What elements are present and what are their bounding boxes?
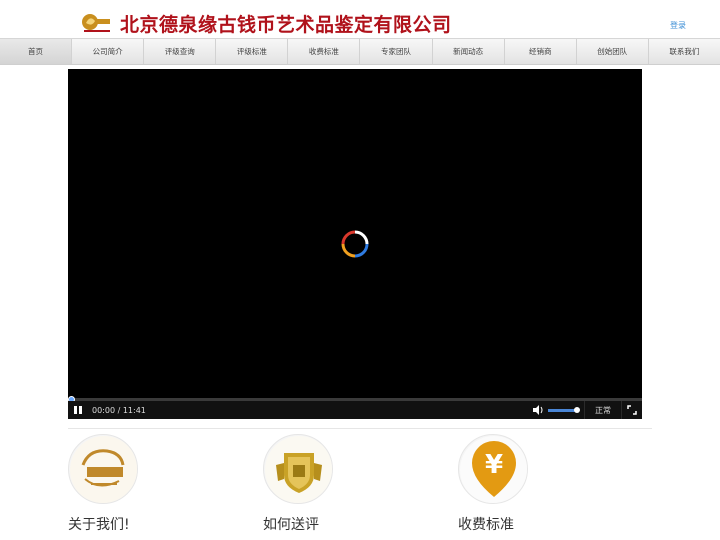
volume-icon: [533, 405, 543, 415]
feature-fees-title: 收费标准: [458, 517, 514, 533]
volume-slider[interactable]: [548, 406, 580, 413]
main-nav: 首页 公司简介 评级查询 评级标准 收费标准 专家团队 新闻动态 经销商 创始团队 联系我们: [0, 38, 720, 65]
login-link[interactable]: 登录: [670, 20, 686, 31]
feature-about-title: 关于我们!: [68, 517, 130, 533]
volume-handle[interactable]: [574, 406, 580, 413]
company-logo-icon[interactable]: [80, 11, 112, 35]
nav-experts[interactable]: 专家团队: [360, 39, 433, 64]
feature-submit[interactable]: 如何送评: [263, 434, 453, 540]
dragon-logo-icon: [68, 434, 138, 504]
nav-fees[interactable]: 收费标准: [288, 39, 361, 64]
feature-submit-title: 如何送评: [263, 517, 319, 533]
nav-contact[interactable]: 联系我们: [649, 39, 720, 64]
video-time: 00:00 / 11:41: [92, 405, 146, 415]
pause-button[interactable]: [68, 401, 88, 419]
site-title: 北京德泉缘古钱币艺术品鉴定有限公司: [120, 14, 452, 36]
playback-speed-button[interactable]: 正常: [584, 401, 622, 419]
gold-shield-icon: [263, 434, 333, 504]
loading-spinner-icon: [341, 230, 369, 258]
nav-grading-standard[interactable]: 评级标准: [216, 39, 289, 64]
section-divider: [68, 428, 652, 429]
pause-icon: [74, 406, 82, 414]
nav-dealers[interactable]: 经销商: [505, 39, 577, 64]
svg-text:¥: ¥: [485, 450, 503, 480]
feature-about[interactable]: 关于我们!: [68, 434, 258, 540]
fullscreen-button[interactable]: [622, 401, 642, 419]
nav-company[interactable]: 公司简介: [72, 39, 145, 64]
nav-news[interactable]: 新闻动态: [433, 39, 505, 64]
yen-pin-icon: ¥: [458, 434, 528, 504]
fullscreen-icon: [627, 405, 637, 415]
video-player[interactable]: 00:00 / 11:41 正常: [68, 69, 642, 419]
feature-fees[interactable]: ¥ 收费标准: [458, 434, 648, 540]
site-header: 北京德泉缘古钱币艺术品鉴定有限公司 登录: [0, 0, 720, 38]
nav-home[interactable]: 首页: [0, 39, 73, 64]
volume-button[interactable]: [528, 401, 548, 419]
nav-founders[interactable]: 创始团队: [577, 39, 649, 64]
video-controls: 00:00 / 11:41 正常: [68, 401, 642, 419]
nav-grading-query[interactable]: 评级查询: [144, 39, 217, 64]
